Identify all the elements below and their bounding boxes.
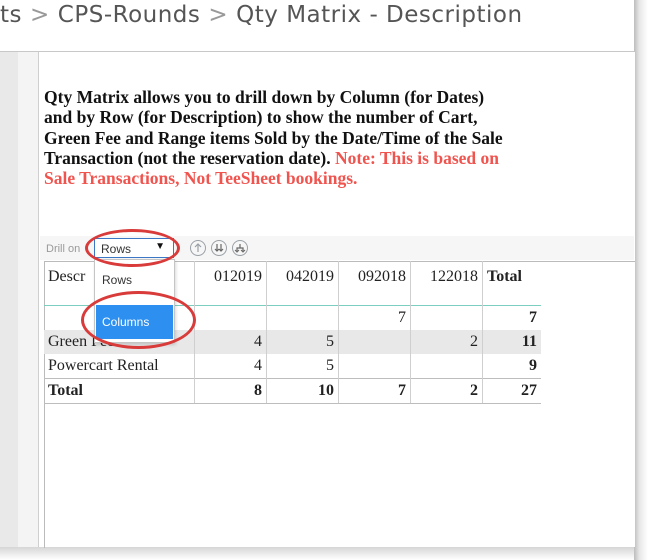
table-cell: 5 [266,354,339,379]
breadcrumb-item-cps-rounds[interactable]: CPS-Rounds [58,2,201,28]
table-cell: 5 [266,330,339,354]
page-edge-shadow [634,0,648,560]
hierarchy-icon [234,244,246,253]
breadcrumb-item-current: Qty Matrix - Description [236,2,523,28]
table-cell [410,305,483,330]
table-cell [338,354,411,379]
table-row[interactable]: Powercart Rental 4 5 9 [44,354,541,379]
left-gutter [0,52,18,547]
totals-label: Total [44,378,195,404]
table-cell [266,305,339,330]
breadcrumb-separator: > [30,2,50,28]
total-cell: 10 [266,378,339,404]
column-header[interactable]: 042019 [266,261,339,306]
dropdown-option-rows[interactable]: Rows [102,273,132,287]
table-cell [338,330,411,354]
table-cell: 4 [194,354,267,379]
total-cell: 7 [338,378,411,404]
table-cell: 4 [194,330,267,354]
column-header[interactable]: 122018 [410,261,483,306]
breadcrumb-separator: > [208,2,229,28]
table-cell [194,305,267,330]
page-bottom-shadow [0,547,634,560]
row-label: Powercart Rental [48,357,159,374]
row-total: 9 [482,354,541,379]
drill-down-all-button[interactable] [211,240,227,256]
column-header[interactable]: 092018 [338,261,411,306]
table-cell [410,354,483,379]
left-gutter-inner [18,52,38,547]
column-header-total[interactable]: Total [482,261,541,306]
breadcrumb-item-partial[interactable]: ts [0,2,22,28]
row-total: 7 [482,305,541,330]
breadcrumb-bar: ts > CPS-Rounds > Qty Matrix - Description [0,0,634,52]
row-total: 11 [482,330,541,354]
grand-total: 27 [482,378,541,404]
breadcrumb: ts > CPS-Rounds > Qty Matrix - Description [0,2,523,28]
expand-hierarchy-button[interactable] [232,240,248,256]
table-cell: 7 [338,305,411,330]
drill-label: Drill on [46,243,81,255]
total-cell: 8 [194,378,267,404]
annotation-circle-columns [81,291,196,349]
annotation-circle-select [85,229,180,267]
arrow-up-icon [194,243,202,252]
total-cell: 2 [410,378,483,404]
double-arrow-down-icon [214,244,224,252]
totals-row: Total 8 10 7 2 27 [44,378,541,404]
table-cell: 2 [410,330,483,354]
column-header[interactable]: 012019 [194,261,267,306]
drill-up-button[interactable] [190,240,206,256]
report-description: Qty Matrix allows you to drill down by C… [44,87,514,188]
